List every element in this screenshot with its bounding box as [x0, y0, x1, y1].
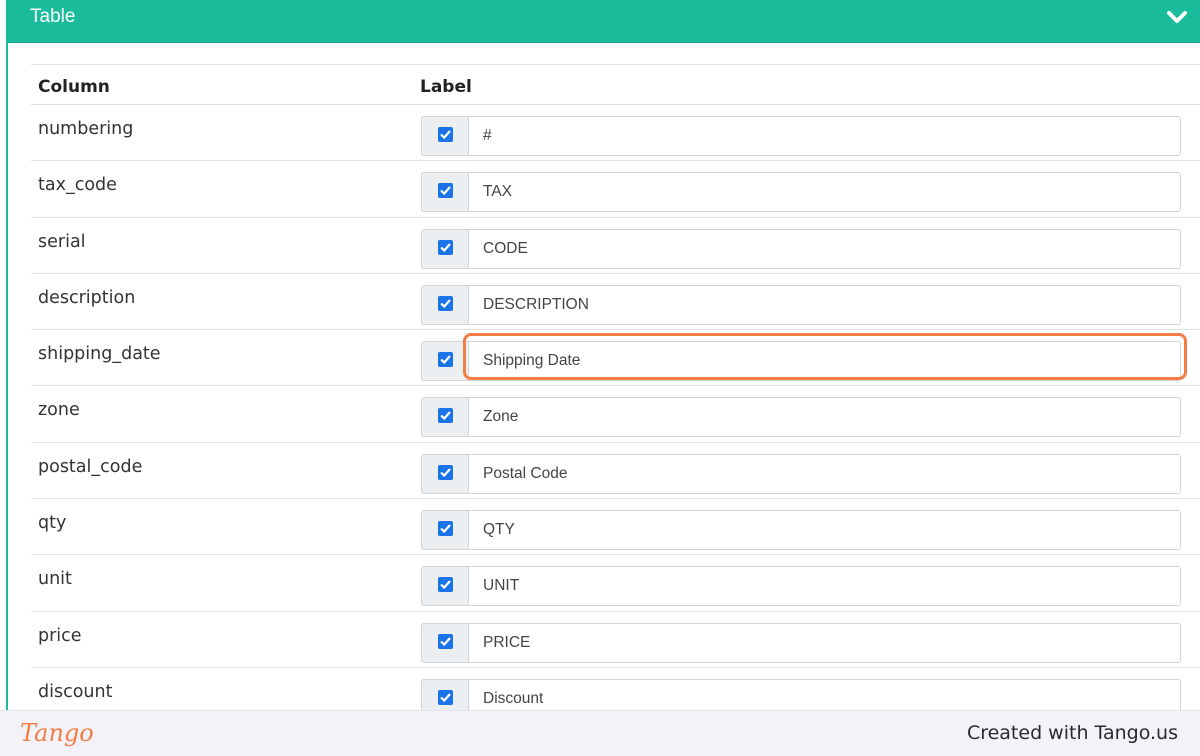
label-input[interactable] [468, 510, 1181, 551]
table-row: price [31, 612, 1200, 668]
checkbox-addon [421, 566, 469, 607]
table-row: description [31, 274, 1200, 331]
check-icon [440, 355, 451, 365]
label-input[interactable] [468, 453, 1181, 494]
show-column-checkbox[interactable] [438, 633, 453, 649]
table-row: zone [31, 386, 1200, 443]
check-icon [440, 299, 451, 308]
table-row: qty [31, 499, 1200, 556]
show-column-checkbox[interactable] [438, 689, 453, 705]
checkbox-addon [421, 397, 469, 438]
table-row: discount [31, 668, 1200, 712]
table-settings-panel: Table Column Label numbering tax_code [6, 0, 1200, 712]
show-column-checkbox[interactable] [438, 183, 453, 199]
show-column-checkbox[interactable] [438, 464, 453, 480]
panel-header[interactable]: Table [8, 0, 1200, 43]
checkbox-addon [421, 228, 469, 269]
label-input[interactable] [468, 678, 1181, 712]
check-icon [440, 186, 451, 196]
label-input[interactable] [468, 172, 1181, 213]
check-icon [440, 693, 451, 703]
column-name: serial [38, 231, 86, 252]
table-row: postal_code [31, 443, 1200, 500]
checkbox-addon [421, 510, 469, 551]
show-column-checkbox[interactable] [438, 408, 453, 424]
check-icon [440, 636, 451, 646]
show-column-checkbox[interactable] [438, 127, 453, 142]
check-icon [440, 411, 451, 421]
check-icon [440, 242, 451, 252]
label-input[interactable] [468, 228, 1181, 269]
table-row: tax_code [31, 161, 1200, 218]
show-column-checkbox[interactable] [438, 239, 453, 255]
column-name: tax_code [38, 175, 117, 196]
column-name: numbering [38, 119, 134, 139]
checkbox-addon [421, 284, 469, 325]
check-icon [440, 468, 451, 477]
check-icon [440, 130, 451, 140]
panel-title: Table [30, 6, 76, 27]
label-input[interactable] [468, 341, 1181, 382]
checkbox-addon [421, 453, 469, 494]
checkbox-addon [421, 622, 469, 663]
checkbox-addon [421, 172, 469, 213]
label-input[interactable] [468, 284, 1181, 325]
show-column-checkbox[interactable] [438, 521, 453, 537]
checkbox-addon [421, 341, 469, 382]
label-input[interactable] [468, 566, 1181, 607]
table-header-row: Column Label [31, 65, 1200, 105]
label-input[interactable] [468, 116, 1181, 156]
show-column-checkbox[interactable] [438, 295, 453, 311]
checkbox-addon [421, 678, 469, 712]
column-name: postal_code [38, 456, 143, 477]
show-column-checkbox[interactable] [438, 577, 453, 593]
table-row: serial [31, 218, 1200, 274]
label-input[interactable] [468, 622, 1181, 663]
column-header: Column [38, 77, 110, 97]
table-row: unit [31, 555, 1200, 612]
label-header: Label [420, 77, 472, 97]
column-name: unit [38, 569, 72, 590]
checkbox-addon [421, 116, 469, 156]
columns-table: Column Label numbering tax_code serial [31, 64, 1200, 712]
column-name: price [38, 625, 82, 646]
credit-text: Created with Tango.us [966, 722, 1178, 744]
check-icon [440, 524, 451, 534]
column-name: zone [38, 400, 80, 421]
table-row: numbering [31, 105, 1200, 162]
column-name: description [38, 287, 136, 308]
tango-logo: Tango [20, 719, 94, 747]
column-name: discount [38, 681, 113, 702]
tango-footer: Tango Created with Tango.us [0, 710, 1200, 756]
check-icon [440, 580, 451, 590]
label-input[interactable] [468, 397, 1181, 438]
chevron-down-icon[interactable] [1166, 8, 1188, 26]
column-name: qty [38, 513, 67, 534]
table-row: shipping_date [31, 330, 1200, 387]
show-column-checkbox[interactable] [438, 352, 453, 368]
column-name: shipping_date [38, 344, 161, 365]
